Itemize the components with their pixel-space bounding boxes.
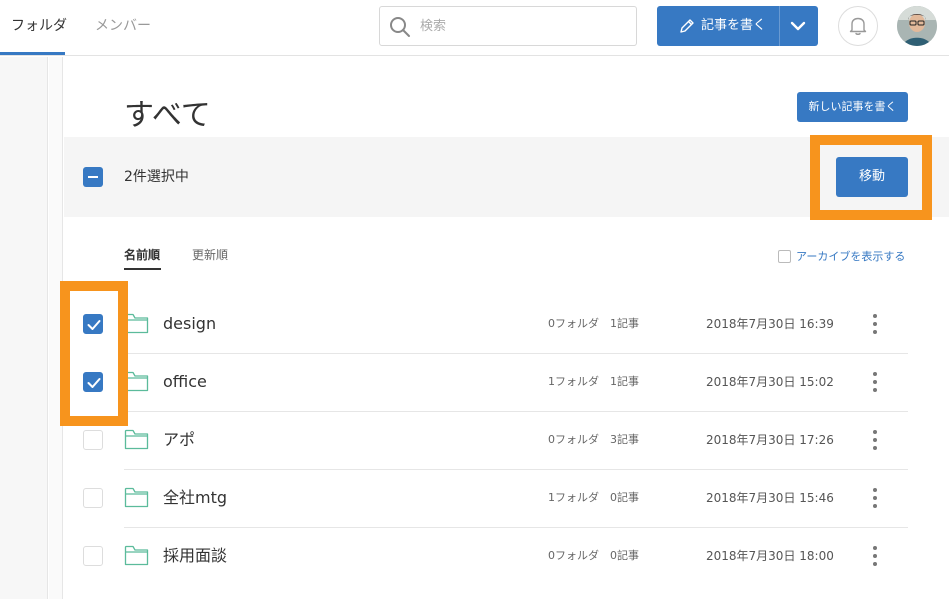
pencil-icon xyxy=(680,19,694,33)
updated-date: 2018年7月30日 15:46 xyxy=(706,491,834,505)
more-options-icon[interactable] xyxy=(867,427,883,453)
select-all-checkbox[interactable] xyxy=(83,167,103,187)
search-input[interactable] xyxy=(420,7,630,45)
top-bar: フォルダ メンバー 記事を書く xyxy=(0,0,949,56)
user-photo xyxy=(897,6,937,46)
archive-checkbox[interactable] xyxy=(778,250,791,263)
updated-date: 2018年7月30日 17:26 xyxy=(706,433,834,447)
notifications-button[interactable] xyxy=(838,6,878,46)
folder-name[interactable]: design xyxy=(163,295,216,353)
folder-icon xyxy=(124,545,149,566)
tab-members[interactable]: メンバー xyxy=(95,0,151,56)
avatar[interactable] xyxy=(897,6,937,46)
post-count: 1記事 xyxy=(610,375,639,388)
updated-date: 2018年7月30日 15:02 xyxy=(706,375,834,389)
folder-row[interactable]: 全社mtg 1フォルダ 0記事 2018年7月30日 15:46 xyxy=(64,469,908,527)
folder-name[interactable]: office xyxy=(163,353,207,411)
updated-date: 2018年7月30日 18:00 xyxy=(706,549,834,563)
button-divider xyxy=(779,6,780,46)
move-button[interactable]: 移動 xyxy=(836,157,908,197)
folder-row[interactable]: 採用面談 0フォルダ 0記事 2018年7月30日 18:00 xyxy=(64,527,908,585)
sort-by-updated[interactable]: 更新順 xyxy=(192,245,228,265)
folder-icon xyxy=(124,487,149,508)
chevron-down-icon[interactable] xyxy=(790,19,806,33)
search-box[interactable] xyxy=(379,6,637,46)
post-count: 3記事 xyxy=(610,433,639,446)
selected-count: 2件選択中 xyxy=(124,169,189,185)
checkbox-highlight-box xyxy=(60,281,128,426)
updated-date: 2018年7月30日 16:39 xyxy=(706,317,834,331)
post-count: 0記事 xyxy=(610,549,639,562)
folder-row[interactable]: design 0フォルダ 1記事 2018年7月30日 16:39 xyxy=(64,295,908,353)
subfolder-count: 1フォルダ xyxy=(548,375,599,388)
write-post-label: 記事を書く xyxy=(701,18,767,33)
bell-icon xyxy=(849,17,867,35)
tab-folders[interactable]: フォルダ xyxy=(11,0,67,56)
folder-row[interactable]: office 1フォルダ 1記事 2018年7月30日 15:02 xyxy=(64,353,908,411)
folder-name[interactable]: 全社mtg xyxy=(163,469,227,527)
subfolder-count: 1フォルダ xyxy=(548,491,599,504)
write-post-button[interactable]: 記事を書く xyxy=(657,6,818,46)
row-checkbox[interactable] xyxy=(83,488,103,508)
more-options-icon[interactable] xyxy=(867,543,883,569)
row-checkbox[interactable] xyxy=(83,430,103,450)
search-icon xyxy=(390,17,410,37)
folder-name[interactable]: アポ xyxy=(163,411,195,469)
subfolder-count: 0フォルダ xyxy=(548,549,599,562)
more-options-icon[interactable] xyxy=(867,311,883,337)
folder-icon xyxy=(124,429,149,450)
app-sidebar xyxy=(0,57,48,599)
folder-row[interactable]: アポ 0フォルダ 3記事 2018年7月30日 17:26 xyxy=(64,411,908,469)
more-options-icon[interactable] xyxy=(867,485,883,511)
page-title: すべて xyxy=(124,98,211,133)
new-post-button[interactable]: 新しい記事を書く xyxy=(797,92,908,122)
archive-label[interactable]: アーカイブを表示する xyxy=(796,249,905,264)
more-options-icon[interactable] xyxy=(867,369,883,395)
subfolder-count: 0フォルダ xyxy=(548,317,599,330)
subfolder-count: 0フォルダ xyxy=(548,433,599,446)
sort-tab-indicator xyxy=(124,268,161,270)
post-count: 0記事 xyxy=(610,491,639,504)
row-checkbox[interactable] xyxy=(83,546,103,566)
sort-by-name[interactable]: 名前順 xyxy=(124,245,160,265)
active-tab-indicator xyxy=(0,52,65,55)
folder-name[interactable]: 採用面談 xyxy=(163,527,227,585)
post-count: 1記事 xyxy=(610,317,639,330)
